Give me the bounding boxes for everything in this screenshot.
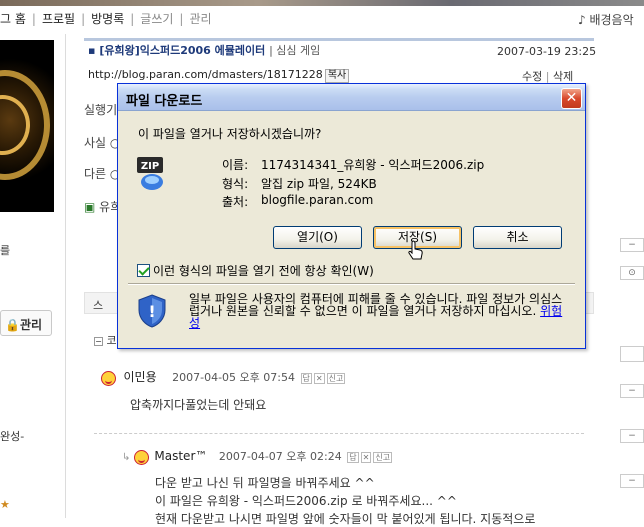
- close-icon[interactable]: ✕: [561, 88, 582, 109]
- delete-icon[interactable]: ✕: [360, 451, 372, 463]
- report-button[interactable]: 신고: [326, 372, 346, 384]
- dialog-title: 파일 다운로드: [126, 94, 203, 109]
- lock-icon: 🔒: [5, 318, 20, 332]
- smiley-icon: [101, 370, 116, 386]
- comment-text: 현재 다운받고 나시면 파일명 앞에 숫자들이 막 붙어있게 됩니다. 지동적으…: [155, 512, 536, 526]
- comment-bar-label: 스: [93, 299, 104, 312]
- comment-section-toggle[interactable]: − 코: [94, 332, 117, 348]
- comment-text: 이 파일은 유희왕 - 익스퍼드2006.zip 로 바꿔주세요... ^^: [155, 494, 457, 508]
- file-source: blogfile.paran.com: [261, 193, 374, 207]
- zip-file-icon: ZIP: [137, 157, 163, 190]
- edit-link[interactable]: 수정: [522, 70, 542, 83]
- copy-url-button[interactable]: 복사: [324, 69, 350, 83]
- top-nav: 그 홈 | 프로필 | 방명록 | 글쓰기 | 관리: [0, 10, 212, 28]
- post-title[interactable]: ▪ [유희왕]익스퍼드2006 에뮬레이터 | 심심 게임: [88, 42, 320, 58]
- open-button[interactable]: 열기(O): [273, 226, 362, 249]
- comment-date: 2007-04-07 오후 02:24: [218, 450, 342, 463]
- reply-button[interactable]: 답: [347, 451, 359, 463]
- comment-date: 2007-04-05 오후 07:54: [172, 371, 295, 384]
- sidebar-input[interactable]: [620, 346, 644, 362]
- comment-header: 이민용 2007-04-05 오후 07:54 답 ✕ 신고: [101, 368, 346, 386]
- comment-header: ↳ Master™ 2007-04-07 오후 02:24 답 ✕ 신고: [122, 448, 393, 465]
- left-manage-button[interactable]: 🔒관리: [0, 310, 52, 336]
- always-ask-checkbox[interactable]: [137, 264, 150, 277]
- star-icon: ★: [0, 498, 10, 511]
- delete-link[interactable]: 삭제: [553, 70, 573, 83]
- dialog-titlebar[interactable]: 파일 다운로드 ✕: [118, 84, 585, 111]
- from-label: 출처:: [222, 195, 249, 209]
- post-title-rule: [84, 38, 594, 41]
- post-date: 2007-03-19 23:25: [497, 45, 597, 58]
- collapse-button[interactable]: −: [620, 384, 644, 398]
- file-type: 알집 zip 파일, 524KB: [261, 177, 377, 191]
- comment-text: 다운 받고 나신 뒤 파일명을 바꿔주세요 ^^: [155, 476, 375, 490]
- file-name: 1174314341_유희왕 - 익스퍼드2006.zip: [261, 158, 485, 172]
- save-icon: ▣: [84, 200, 96, 214]
- security-warning: 일부 파일은 사용자의 컴퓨터에 피해를 줄 수 있습니다. 파일 정보가 의심…: [189, 292, 563, 330]
- collapse-button[interactable]: −: [620, 429, 644, 443]
- attachment-link[interactable]: ▣ 유희: [84, 198, 121, 215]
- type-label: 형식:: [222, 177, 249, 191]
- smiley-icon: [133, 449, 149, 465]
- post-url: http://blog.paran.com/dmasters/18171228 복…: [88, 68, 350, 83]
- post-category: | 심심 게임: [269, 44, 321, 57]
- always-ask-label: 이런 형식의 파일을 열기 전에 항상 확인(W): [153, 264, 374, 278]
- nav-divider: |: [31, 12, 36, 26]
- cancel-button[interactable]: 취소: [473, 226, 562, 249]
- collapse-button[interactable]: ⊙: [620, 266, 644, 280]
- nav-write[interactable]: 글쓰기: [140, 12, 173, 26]
- nav-divider: |: [179, 12, 184, 26]
- svg-text:!: !: [148, 302, 155, 321]
- left-sidebar-text: 를: [0, 244, 11, 257]
- post-body-line: 실행기: [84, 103, 118, 117]
- name-label: 이름:: [222, 158, 249, 172]
- collapse-button[interactable]: −: [620, 474, 644, 488]
- comment-author[interactable]: 이민용: [124, 370, 157, 384]
- profile-image: [0, 40, 54, 212]
- report-button[interactable]: 신고: [373, 451, 393, 463]
- dialog-separator: [128, 283, 575, 285]
- comment-author[interactable]: Master™: [154, 449, 207, 463]
- zip-icon-label: ZIP: [141, 161, 159, 172]
- delete-icon[interactable]: ✕: [313, 372, 325, 384]
- bgm-link[interactable]: ♪ 배경음악: [578, 11, 634, 28]
- post-body-line: 사실 ○: [84, 136, 121, 150]
- post-body-line: 다른 ○: [84, 167, 121, 181]
- reply-arrow-icon: ↳: [122, 452, 131, 463]
- top-banner-strip: [0, 0, 644, 6]
- mouse-cursor-icon: [408, 240, 423, 260]
- always-ask-checkbox-row[interactable]: 이런 형식의 파일을 열기 전에 항상 확인(W): [137, 262, 374, 279]
- post-actions: 수정 | 삭제: [522, 70, 574, 83]
- shield-icon: !: [138, 294, 166, 328]
- nav-profile[interactable]: 프로필: [42, 12, 75, 26]
- comment-divider: [94, 433, 584, 434]
- reply-button[interactable]: 답: [300, 372, 312, 384]
- collapse-button[interactable]: −: [620, 238, 644, 252]
- nav-divider: |: [130, 12, 135, 26]
- nav-home[interactable]: 그 홈: [0, 12, 26, 26]
- file-download-dialog: 파일 다운로드 ✕ 이 파일을 열거나 저장하시겠습니까? ZIP 이름: 11…: [117, 83, 586, 349]
- left-sidebar-text: 완성-: [0, 430, 25, 443]
- nav-manage[interactable]: 관리: [189, 12, 211, 26]
- comment-text: 압축까지다풀었는데 안돼요: [130, 398, 267, 412]
- dialog-question: 이 파일을 열거나 저장하시겠습니까?: [138, 127, 322, 141]
- right-sidebar: − ⊙ − − −: [620, 34, 644, 518]
- nav-divider: |: [81, 12, 86, 26]
- nav-guestbook[interactable]: 방명록: [91, 12, 124, 26]
